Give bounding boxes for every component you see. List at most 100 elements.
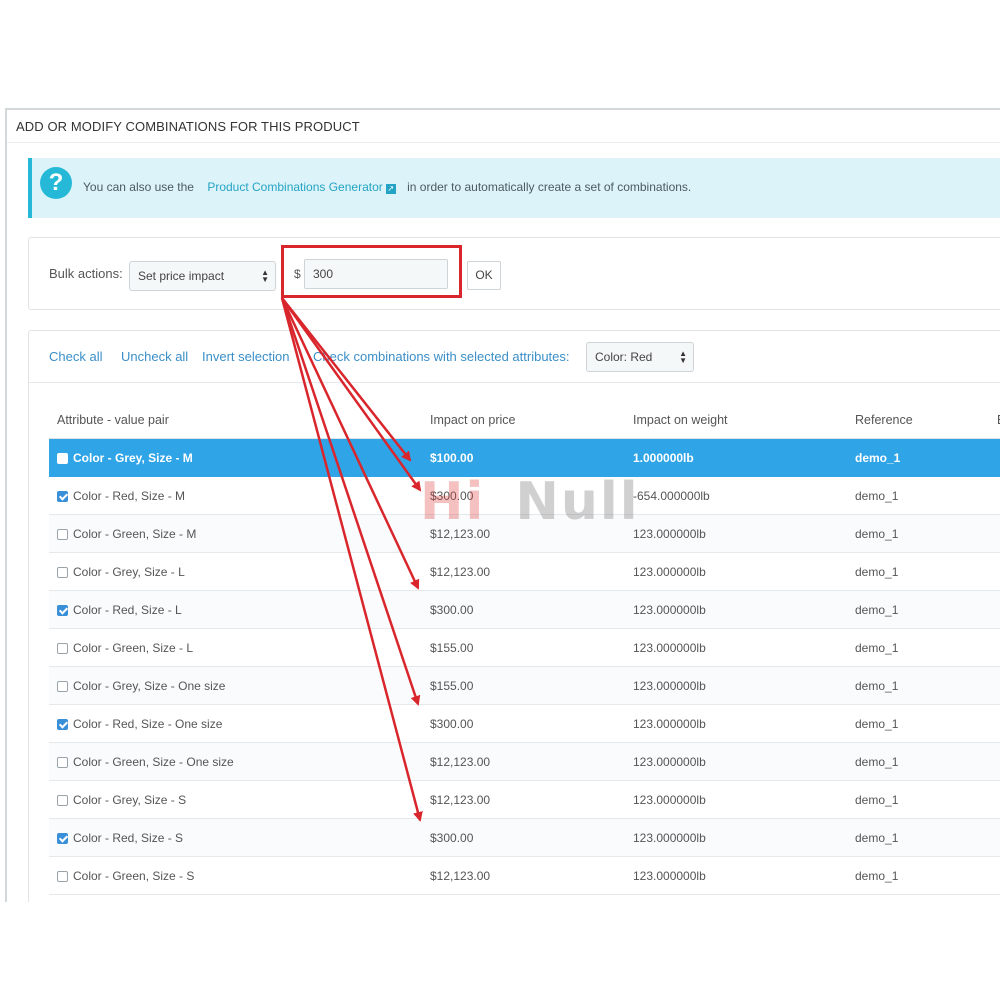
- impact-on-weight-cell: 123.000000lb: [625, 666, 847, 705]
- impact-on-weight-cell: -654.000000lb: [625, 476, 847, 515]
- row-checkbox[interactable]: [57, 604, 68, 616]
- uncheck-all-link[interactable]: Uncheck all: [121, 349, 188, 364]
- reference-cell: demo_1: [847, 856, 989, 895]
- bulk-actions-panel: Bulk actions: Set price impact ▲▼ $ OK: [28, 237, 1000, 310]
- extra-cell: [989, 476, 1000, 515]
- table-header-row: Attribute - value pair Impact on price I…: [49, 402, 1000, 439]
- bulk-actions-label: Bulk actions:: [49, 266, 123, 281]
- table-row[interactable]: Color - Grey, Size - M $100.00 1.000000lb d…: [49, 438, 1000, 477]
- extra-cell: [989, 438, 1000, 477]
- impact-on-price-cell: $100.00: [422, 438, 625, 477]
- reference-cell: demo_1: [847, 476, 989, 515]
- table-row[interactable]: Color - Grey, Size - One size $155.00 123.…: [49, 666, 1000, 705]
- impact-on-weight-cell: 123.000000lb: [625, 856, 847, 895]
- column-header: Reference: [847, 402, 989, 439]
- attribute-cell: Color - Grey, Size - One size: [49, 666, 422, 705]
- table-row[interactable]: Color - Red, Size - S $300.00 123.000000lb…: [49, 818, 1000, 857]
- selection-toolbar: Check all Uncheck all Invert selection C…: [29, 331, 1000, 383]
- alert-text-before: You can also use the: [83, 180, 194, 194]
- attribute-value-pair: Color - Red, Size - M: [73, 488, 186, 503]
- attribute-value-pair: Color - Green, Size - L: [73, 640, 194, 655]
- reference-cell: demo_1: [847, 666, 989, 705]
- attribute-cell: Color - Green, Size - M: [49, 514, 422, 553]
- reference-cell: demo_1: [847, 704, 989, 743]
- external-link-icon: ↗: [385, 184, 396, 194]
- attribute-value-pair: Color - Red, Size - S: [73, 830, 184, 845]
- table-row[interactable]: Color - Green, Size - S $12,123.00 123.000…: [49, 856, 1000, 895]
- info-alert: ? You can also use the Product Combinati…: [28, 158, 1000, 218]
- impact-on-weight-cell: 123.000000lb: [625, 704, 847, 743]
- check-all-link[interactable]: Check all: [49, 349, 102, 364]
- row-checkbox[interactable]: [57, 870, 68, 882]
- select-arrows-icon: ▲ ▼: [261, 268, 269, 284]
- table-row[interactable]: Color - Grey, Size - L $12,123.00 123.0000…: [49, 552, 1000, 591]
- attribute-cell: Color - Grey, Size - M: [49, 438, 422, 477]
- extra-cell: [989, 590, 1000, 629]
- impact-on-weight-cell: 123.000000lb: [625, 742, 847, 781]
- attribute-filter-select[interactable]: Color: Red ▲ ▼: [586, 342, 694, 372]
- row-checkbox[interactable]: [57, 490, 68, 502]
- attribute-cell: Color - Red, Size - One size: [49, 704, 422, 743]
- attribute-cell: Color - Green, Size - S: [49, 856, 422, 895]
- attribute-value-pair: Color - Red, Size - One size: [73, 716, 223, 731]
- row-checkbox[interactable]: [57, 756, 68, 768]
- impact-on-price-cell: $12,123.00: [422, 780, 625, 819]
- row-checkbox[interactable]: [57, 528, 68, 540]
- combinations-generator-link[interactable]: Product Combinations Generator ↗: [207, 180, 396, 194]
- reference-cell: demo_1: [847, 628, 989, 667]
- table-row[interactable]: Color - Green, Size - One size $12,123.00…: [49, 742, 1000, 781]
- table-row[interactable]: Color - Red, Size - One size $300.00 123.0…: [49, 704, 1000, 743]
- extra-cell: [989, 704, 1000, 743]
- column-header: E: [989, 402, 1000, 439]
- attribute-cell: Color - Grey, Size - L: [49, 552, 422, 591]
- combinations-generator-link-label: Product Combinations Generator: [207, 180, 383, 194]
- table-row[interactable]: Color - Green, Size - L $155.00 123.000000…: [49, 628, 1000, 667]
- table-row[interactable]: Color - Red, Size - M $300.00 -654.000000l…: [49, 476, 1000, 515]
- reference-cell: demo_1: [847, 780, 989, 819]
- table-row[interactable]: Color - Green, Size - M $12,123.00 123.000…: [49, 514, 1000, 553]
- impact-on-price-cell: $155.00: [422, 628, 625, 667]
- alert-text: You can also use the Product Combination…: [83, 180, 691, 194]
- impact-on-weight-cell: 123.000000lb: [625, 514, 847, 553]
- attribute-cell: Color - Green, Size - L: [49, 628, 422, 667]
- reference-cell: demo_1: [847, 742, 989, 781]
- row-checkbox[interactable]: [57, 452, 68, 464]
- attribute-cell: Color - Green, Size - One size: [49, 742, 422, 781]
- impact-on-price-cell: $12,123.00: [422, 742, 625, 781]
- alert-text-after: in order to automatically create a set o…: [407, 180, 692, 194]
- select-arrows-icon: ▲ ▼: [679, 349, 687, 365]
- impact-on-weight-cell: 123.000000lb: [625, 628, 847, 667]
- combinations-table: Attribute - value pair Impact on price I…: [49, 402, 1000, 895]
- table-row[interactable]: Color - Red, Size - L $300.00 123.000000lb…: [49, 590, 1000, 629]
- combinations-panel: ADD OR MODIFY COMBINATIONS FOR THIS PROD…: [5, 108, 1000, 902]
- row-checkbox[interactable]: [57, 680, 68, 692]
- attribute-value-pair: Color - Grey, Size - S: [73, 792, 187, 807]
- attribute-value-pair: Color - Red, Size - L: [73, 602, 182, 617]
- impact-on-price-cell: $300.00: [422, 818, 625, 857]
- extra-cell: [989, 552, 1000, 591]
- row-checkbox[interactable]: [57, 642, 68, 654]
- bulk-action-select[interactable]: Set price impact ▲ ▼: [129, 261, 276, 291]
- impact-on-price-cell: $300.00: [422, 476, 625, 515]
- reference-cell: demo_1: [847, 552, 989, 591]
- row-checkbox[interactable]: [57, 718, 68, 730]
- column-header: Attribute - value pair: [49, 402, 422, 439]
- impact-on-weight-cell: 1.000000lb: [625, 438, 847, 477]
- question-icon: ?: [40, 167, 72, 199]
- table-row[interactable]: Color - Grey, Size - S $12,123.00 123.0000…: [49, 780, 1000, 819]
- attribute-cell: Color - Red, Size - L: [49, 590, 422, 629]
- row-checkbox[interactable]: [57, 566, 68, 578]
- impact-on-weight-cell: 123.000000lb: [625, 818, 847, 857]
- invert-selection-link[interactable]: Invert selection: [202, 349, 289, 364]
- attribute-cell: Color - Grey, Size - S: [49, 780, 422, 819]
- panel-title: ADD OR MODIFY COMBINATIONS FOR THIS PROD…: [16, 119, 360, 134]
- bulk-action-selected: Set price impact: [138, 269, 225, 283]
- price-impact-input[interactable]: [304, 259, 448, 289]
- row-checkbox[interactable]: [57, 832, 68, 844]
- reference-cell: demo_1: [847, 438, 989, 477]
- row-checkbox[interactable]: [57, 794, 68, 806]
- extra-cell: [989, 780, 1000, 819]
- ok-button[interactable]: OK: [467, 261, 501, 290]
- check-by-attribute-label: Check combinations with selected attribu…: [313, 349, 570, 364]
- attribute-cell: Color - Red, Size - M: [49, 476, 422, 515]
